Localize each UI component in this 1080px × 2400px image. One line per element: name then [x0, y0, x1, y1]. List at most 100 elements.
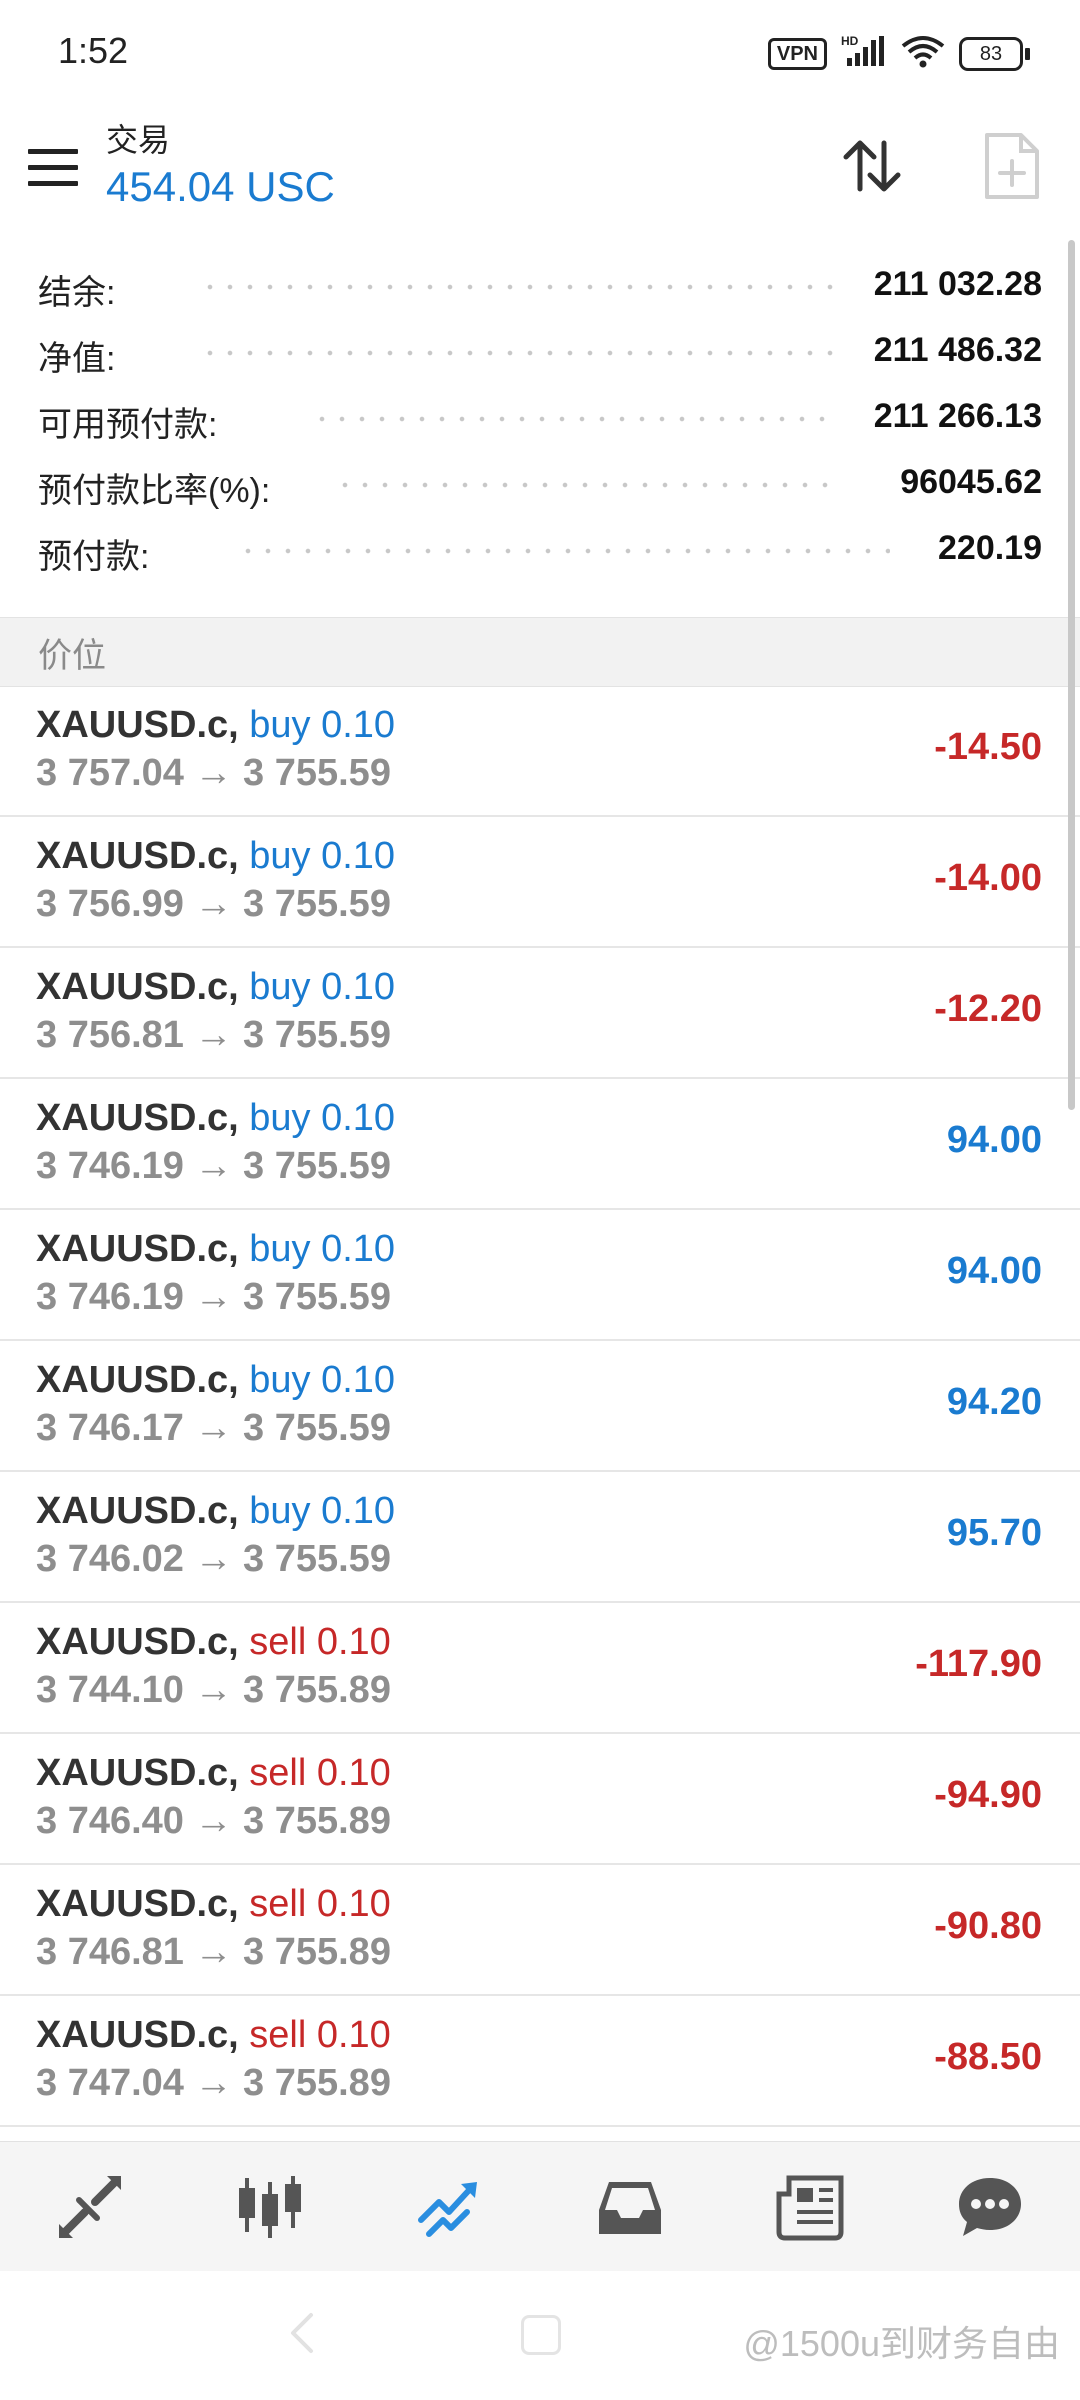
status-time: 1:52 — [58, 30, 129, 71]
account-balance: 454.04 USC — [106, 163, 335, 210]
position-side: buy 0.10 — [249, 966, 396, 1008]
nav-trade[interactable] — [407, 2164, 493, 2250]
bottom-nav — [0, 2141, 1080, 2272]
position-side: buy 0.10 — [249, 1228, 396, 1270]
news-icon — [776, 2175, 844, 2241]
account-summary: 结余: 211 032.28 净值: 211 486.32 可用预付款: 211… — [0, 255, 1080, 585]
nav-quotes[interactable] — [47, 2164, 133, 2250]
position-row[interactable]: XAUUSD.c, buy 0.10 3 756.81 → 3 755.59 -12… — [0, 948, 1080, 1079]
position-row[interactable]: XAUUSD.c, buy 0.10 3 746.19 → 3 755.59 94.… — [0, 1210, 1080, 1341]
position-prices: 3 756.81 → 3 755.59 — [36, 1014, 391, 1056]
position-symbol: XAUUSD.c, — [36, 1883, 239, 1925]
watermark: @1500u到财务自由 — [743, 2323, 1060, 2364]
summary-label: 结余: — [38, 274, 116, 312]
position-title: XAUUSD.c, sell 0.10 — [36, 1752, 391, 1795]
position-row[interactable]: XAUUSD.c, buy 0.10 3 746.19 → 3 755.59 94.… — [0, 1079, 1080, 1210]
position-prices: 3 746.17 → 3 755.59 — [36, 1407, 391, 1449]
sort-icon[interactable] — [840, 133, 906, 199]
positions-list: XAUUSD.c, buy 0.10 3 757.04 → 3 755.59 -14… — [0, 686, 1080, 2141]
summary-value: 220.19 — [938, 529, 1042, 567]
summary-value: 211 486.32 — [873, 331, 1042, 369]
position-row[interactable]: XAUUSD.c, sell 0.10 3 746.81 → 3 755.89 -9… — [0, 1865, 1080, 1996]
position-profit: 94.20 — [946, 1381, 1042, 1423]
summary-value: 211 266.13 — [873, 397, 1042, 435]
position-symbol: XAUUSD.c, — [36, 1621, 239, 1663]
position-prices: 3 746.40 → 3 755.89 — [36, 1800, 391, 1842]
summary-label: 可用预付款: — [38, 406, 218, 444]
vpn-icon: VPN — [767, 37, 827, 70]
system-nav-bar: @1500u到财务自由 — [0, 2271, 1080, 2400]
position-symbol: XAUUSD.c, — [36, 1359, 239, 1401]
history-inbox-icon — [599, 2182, 661, 2234]
position-profit: 95.70 — [946, 1512, 1042, 1554]
position-side: buy 0.10 — [249, 1359, 396, 1401]
position-title: XAUUSD.c, sell 0.10 — [36, 1883, 391, 1926]
position-row[interactable]: XAUUSD.c, buy 0.10 3 756.99 → 3 755.59 -14… — [0, 817, 1080, 948]
position-profit: -14.50 — [934, 726, 1042, 768]
position-title: XAUUSD.c, buy 0.10 — [36, 704, 395, 747]
position-prices: 3 746.19 → 3 755.59 — [36, 1145, 391, 1187]
position-title: XAUUSD.c, buy 0.10 — [36, 966, 395, 1009]
trade-trend-icon — [418, 2182, 477, 2237]
position-row[interactable]: XAUUSD.c, sell 0.10 — [0, 2127, 1080, 2141]
position-symbol: XAUUSD.c, — [36, 1490, 239, 1532]
position-side: buy 0.10 — [249, 1097, 396, 1139]
summary-label: 预付款比率(%): — [38, 472, 271, 510]
position-prices: 3 747.04 → 3 755.89 — [36, 2062, 391, 2104]
position-symbol: XAUUSD.c, — [36, 1228, 239, 1270]
chat-icon — [959, 2178, 1021, 2236]
position-profit: 94.00 — [946, 1119, 1042, 1161]
summary-row-margin: 预付款: 220.19 — [0, 519, 1080, 585]
position-row[interactable]: XAUUSD.c, sell 0.10 3 744.10 → 3 755.89 -1… — [0, 1603, 1080, 1734]
menu-icon[interactable] — [28, 149, 78, 189]
position-title: XAUUSD.c, sell 0.10 — [36, 1621, 391, 1664]
position-title: XAUUSD.c, buy 0.10 — [36, 1097, 395, 1140]
network-type-label: HD — [841, 34, 859, 48]
scrollbar[interactable] — [1068, 240, 1075, 1110]
signal-icon: HD — [841, 34, 887, 73]
nav-news[interactable] — [767, 2164, 853, 2250]
battery-level: 83 — [959, 36, 1023, 71]
summary-label: 预付款: — [38, 538, 150, 576]
nav-history[interactable] — [587, 2164, 673, 2250]
position-profit: -90.80 — [934, 1905, 1042, 1947]
position-side: sell 0.10 — [249, 1752, 391, 1794]
position-title: XAUUSD.c, buy 0.10 — [36, 1490, 395, 1533]
position-prices: 3 744.10 → 3 755.89 — [36, 1669, 391, 1711]
position-row[interactable]: XAUUSD.c, buy 0.10 3 746.17 → 3 755.59 94.… — [0, 1341, 1080, 1472]
battery-icon: 83 — [959, 36, 1030, 71]
page-title: 交易 — [106, 122, 171, 158]
back-icon[interactable] — [287, 2311, 317, 2355]
summary-row-margin-level: 预付款比率(%): 96045.62 — [0, 453, 1080, 519]
position-row[interactable]: XAUUSD.c, sell 0.10 3 746.40 → 3 755.89 -9… — [0, 1734, 1080, 1865]
position-symbol: XAUUSD.c, — [36, 1097, 239, 1139]
position-title: XAUUSD.c, buy 0.10 — [36, 1228, 395, 1271]
nav-chat[interactable] — [947, 2164, 1033, 2250]
position-profit: -12.20 — [934, 988, 1042, 1030]
app-bar: 交易 454.04 USC — [0, 105, 1080, 235]
position-row[interactable]: XAUUSD.c, buy 0.10 3 746.02 → 3 755.59 95.… — [0, 1472, 1080, 1603]
home-icon[interactable] — [521, 2315, 561, 2355]
position-row[interactable]: XAUUSD.c, buy 0.10 3 757.04 → 3 755.59 -14… — [0, 686, 1080, 817]
position-profit: -117.90 — [915, 1643, 1042, 1685]
wifi-icon — [901, 34, 945, 73]
position-profit: -88.50 — [934, 2036, 1042, 2078]
position-prices: 3 756.99 → 3 755.59 — [36, 883, 391, 925]
nav-chart[interactable] — [227, 2164, 313, 2250]
position-side: sell 0.10 — [249, 1883, 391, 1925]
position-side: buy 0.10 — [249, 704, 396, 746]
status-bar: 1:52 VPN HD 83 — [0, 0, 1080, 105]
section-title: 价位 — [38, 637, 106, 675]
position-row[interactable]: XAUUSD.c, sell 0.10 3 747.04 → 3 755.89 -8… — [0, 1996, 1080, 2127]
position-profit: -14.00 — [934, 857, 1042, 899]
position-symbol: XAUUSD.c, — [36, 835, 239, 877]
summary-value: 211 032.28 — [873, 265, 1042, 303]
new-order-icon[interactable] — [983, 131, 1041, 201]
quotes-arrows-icon — [59, 2176, 121, 2238]
position-title: XAUUSD.c, sell 0.10 — [36, 2014, 391, 2057]
position-symbol: XAUUSD.c, — [36, 1752, 239, 1794]
position-title: XAUUSD.c, buy 0.10 — [36, 835, 395, 878]
position-prices: 3 757.04 → 3 755.59 — [36, 752, 391, 794]
position-side: sell 0.10 — [249, 1621, 391, 1663]
summary-row-equity: 净值: 211 486.32 — [0, 321, 1080, 387]
